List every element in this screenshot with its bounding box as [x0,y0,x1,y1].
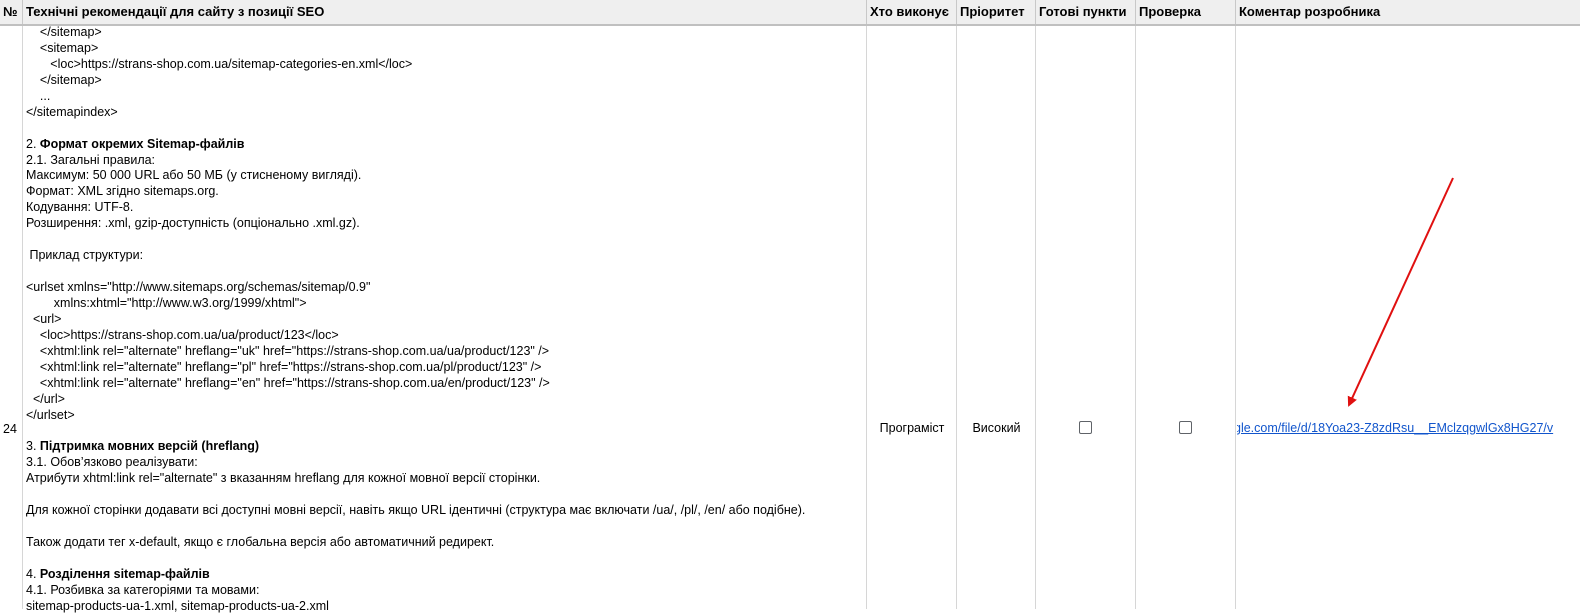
section-number: 3. [26,439,40,454]
row-number-cell[interactable]: 24 [3,422,17,436]
who-cell[interactable]: Програміст [867,421,957,435]
text-line: 4.1. Розбивка за категоріями та мовами: [26,582,260,597]
text-line [26,519,862,535]
text-line: 4. Розділення sitemap-файлів [26,567,862,583]
text-line: 3. Підтримка мовних версій (hreflang) [26,439,862,455]
text-line: Максимум: 50 000 URL або 50 МБ (у стисне… [26,168,362,183]
text-line: <xhtml:link rel="alternate" hreflang="pl… [26,359,542,374]
text-line: </urlset> [26,407,75,422]
text-line: </url> [26,391,65,406]
text-line: Приклад структури: [26,248,144,263]
section-number: 4. [26,566,40,581]
text-line [26,551,862,567]
text-line: 3.1. Обов’язково реалізувати: [26,455,198,470]
text-line: </sitemap> [26,72,102,87]
column-header-ready[interactable]: Готові пункти [1036,0,1136,24]
text-line: sitemap-products-ua-1.xml, sitemap-produ… [26,598,329,613]
column-header-number[interactable]: № [0,0,23,24]
column-divider [956,26,957,609]
text-line: <xhtml:link rel="alternate" hreflang="en… [26,375,550,390]
text-line: Також додати тег x-default, якщо є глоба… [26,535,495,549]
text-line: <urlset xmlns="http://www.sitemaps.org/s… [26,280,371,294]
text-line: Розширення: .xml, gzip-доступність (опці… [26,216,360,231]
column-divider [866,26,867,609]
text-line: <url> [26,311,62,326]
column-header-who[interactable]: Хто виконує [867,0,957,24]
text-line: Атрибути xhtml:link rel="alternate" з вк… [26,471,541,486]
ready-checkbox[interactable] [1079,421,1092,434]
column-header-priority[interactable]: Пріоритет [957,0,1036,24]
column-divider [1235,26,1236,609]
priority-cell[interactable]: Високий [957,421,1036,435]
column-header-recommendations[interactable]: Технічні рекомендації для сайту з позиці… [23,0,867,24]
section-heading: Формат окремих Sitemap-файлів [39,136,245,151]
check-checkbox[interactable] [1179,421,1192,434]
text-line: Формат: XML згідно sitemaps.org. [26,184,219,199]
text-line: <loc>https://strans-shop.com.ua/ua/produ… [26,327,339,342]
section-number: 2. [26,136,40,151]
column-header-check[interactable]: Проверка [1136,0,1236,24]
text-line [26,423,862,439]
text-line: Кодування: UTF-8. [26,200,134,215]
developer-comment-cell[interactable]: gle.com/file/d/18Yoa23-Z8zdRsu__EMclzqgw… [1237,421,1580,435]
text-line [26,232,862,248]
text-line: Для кожної сторінки додавати всі доступн… [26,503,806,518]
text-line [26,487,862,503]
text-line [26,121,862,137]
section-heading: Розділення sitemap-файлів [39,566,210,581]
column-header-comment[interactable]: Коментар розробника [1236,0,1580,24]
column-divider [1035,26,1036,609]
recommendation-text-cell[interactable]: </sitemap> <sitemap> <loc>https://strans… [26,25,862,615]
text-line: ... [26,88,51,103]
text-line: xmlns:xhtml="http://www.w3.org/1999/xhtm… [26,295,307,310]
text-line: <loc>https://strans-shop.com.ua/sitemap-… [26,56,413,71]
section-heading: Підтримка мовних версій (hreflang) [39,439,260,454]
column-divider [22,26,23,609]
comment-link[interactable]: gle.com/file/d/18Yoa23-Z8zdRsu__EMclzqgw… [1237,421,1553,435]
text-line: <xhtml:link rel="alternate" hreflang="uk… [26,343,550,358]
text-line: 2.1. Загальні правила: [26,152,156,167]
text-line: </sitemapindex> [26,104,118,119]
arrow-line [1347,177,1454,407]
text-line: <sitemap> [26,40,99,55]
text-line [26,264,862,280]
table-header: № Технічні рекомендації для сайту з пози… [0,0,1580,26]
column-divider [1135,26,1136,609]
text-line: 2. Формат окремих Sitemap-файлів [26,137,862,153]
text-line: </sitemap> [26,25,102,39]
